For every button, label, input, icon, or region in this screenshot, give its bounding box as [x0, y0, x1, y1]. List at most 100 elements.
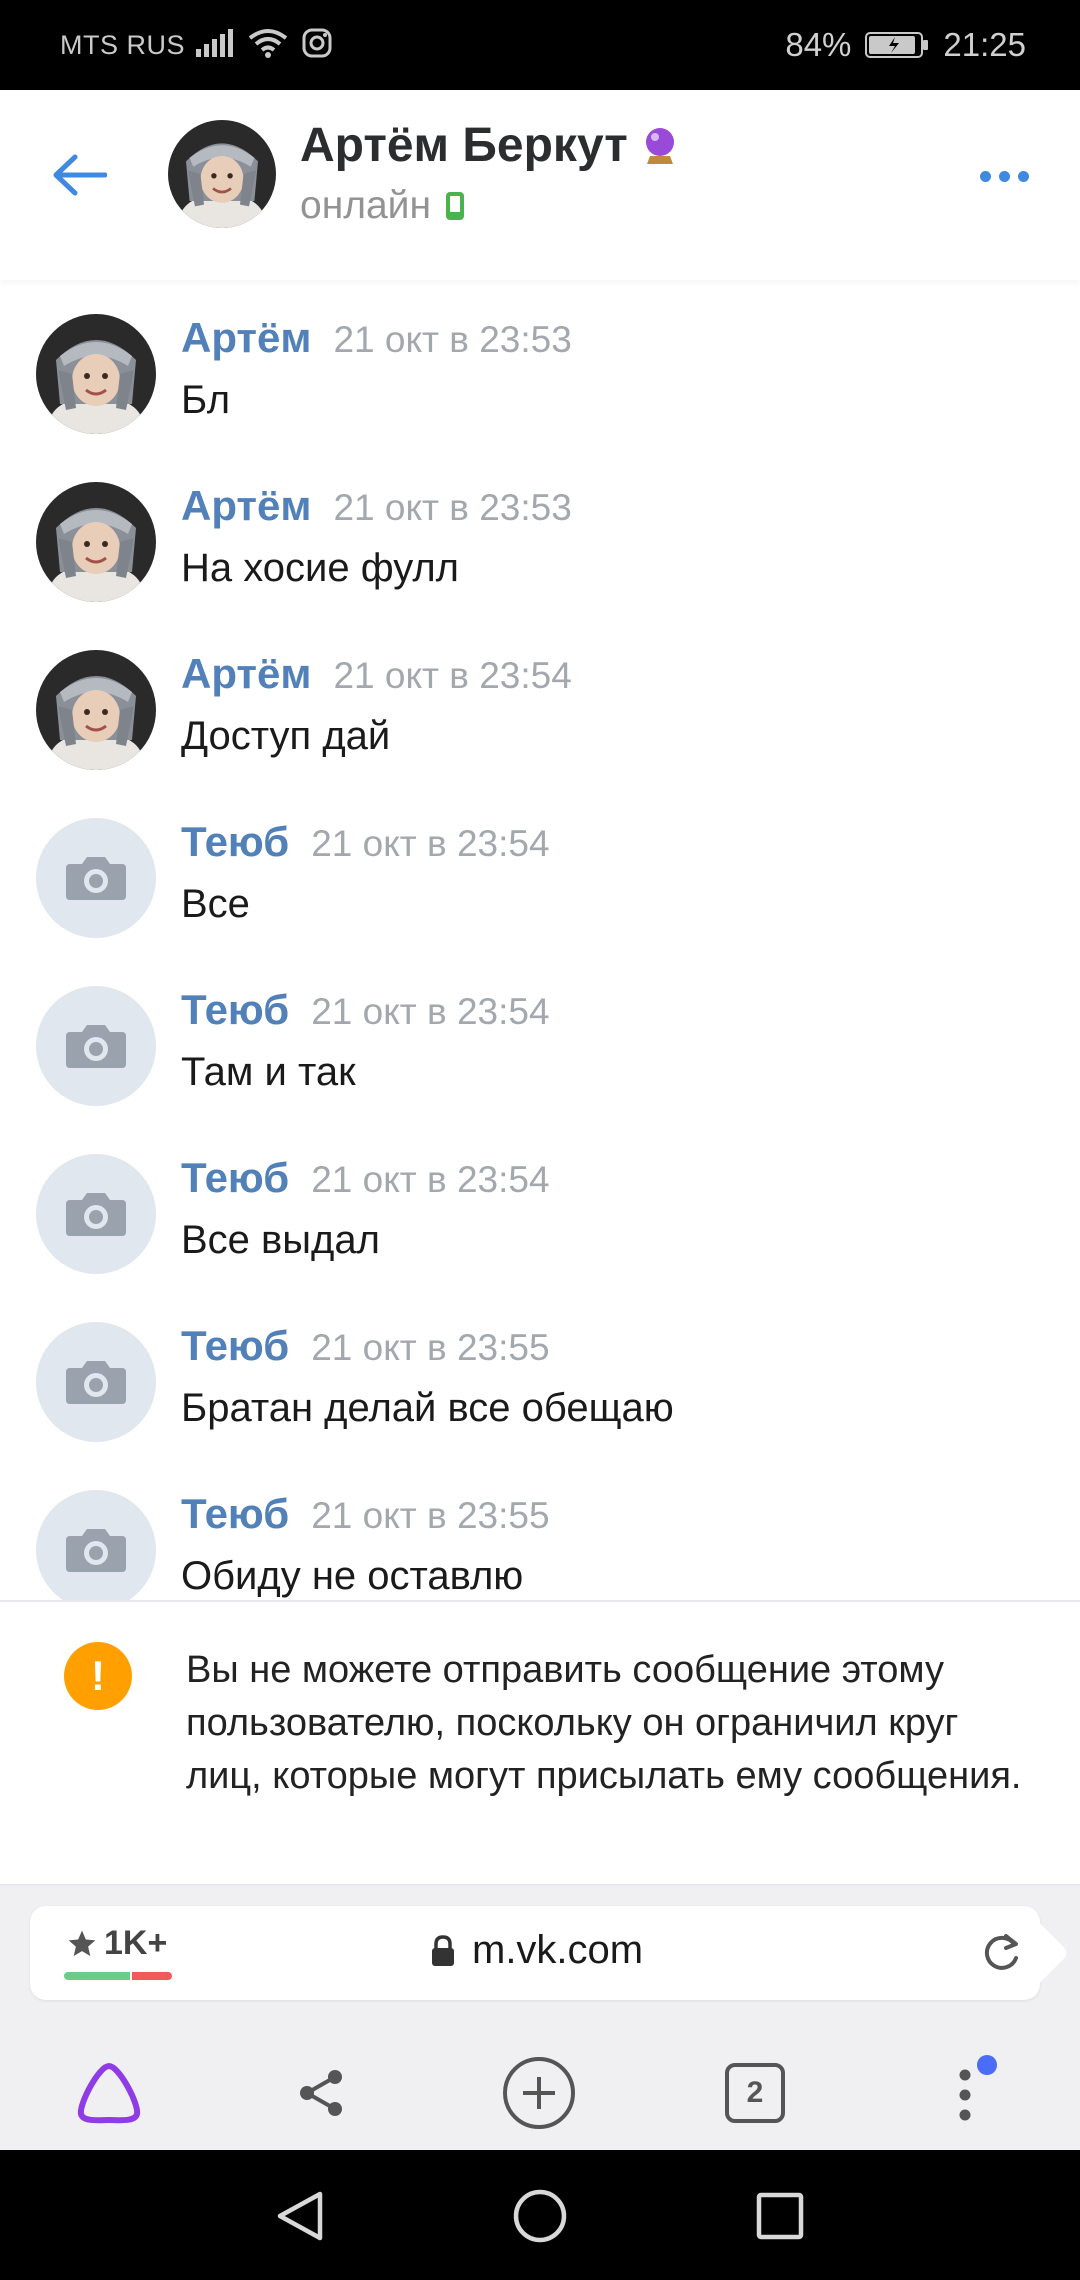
browser-menu-button[interactable]	[926, 2048, 1016, 2138]
camera-icon	[66, 1361, 126, 1404]
author-name[interactable]: Теюб	[181, 1490, 289, 1537]
message-avatar[interactable]	[36, 482, 156, 602]
author-name[interactable]: Артём	[181, 650, 311, 697]
carrier-label: MTS RUS	[60, 30, 185, 60]
message-item[interactable]: Теюб 21 окт в 23:54 Все выдал	[0, 1128, 1080, 1296]
message-author[interactable]: Теюб 21 окт в 23:54	[181, 818, 550, 866]
message-item[interactable]: Артём 21 окт в 23:53 На хосие фулл	[0, 456, 1080, 624]
message-item[interactable]: Теюб 21 окт в 23:55 Обиду не оставлю	[0, 1464, 1080, 1600]
rating-bar-positive	[64, 1972, 130, 1980]
dot-icon	[998, 170, 1010, 182]
square-recents-icon	[756, 2192, 804, 2240]
nav-recents-button[interactable]	[744, 2180, 816, 2252]
reload-button[interactable]	[978, 1930, 1024, 1976]
author-name[interactable]: Артём	[181, 482, 311, 529]
more-vertical-icon	[959, 2055, 997, 2121]
triangle-back-icon	[277, 2191, 323, 2241]
nav-home-button[interactable]	[504, 2180, 576, 2252]
message-item[interactable]: Теюб 21 окт в 23:54 Там и так	[0, 960, 1080, 1128]
message-time: 21 окт в 23:54	[311, 1159, 550, 1200]
back-button[interactable]	[44, 140, 114, 210]
camera-icon	[66, 857, 126, 900]
message-text: Все	[181, 882, 250, 926]
camera-icon	[66, 1529, 126, 1572]
message-time: 21 окт в 23:54	[311, 823, 550, 864]
author-name[interactable]: Артём	[181, 314, 311, 361]
avatar[interactable]	[168, 120, 276, 228]
message-text: На хосие фулл	[181, 546, 460, 590]
share-button[interactable]	[276, 2048, 366, 2138]
address-bar[interactable]: 1K+ m.vk.com	[30, 1906, 1040, 2000]
message-author[interactable]: Артём 21 окт в 23:53	[181, 314, 572, 362]
message-author[interactable]: Теюб 21 окт в 23:55	[181, 1322, 550, 1370]
wifi-icon	[248, 29, 288, 58]
instagram-icon	[302, 28, 332, 58]
rating-count: 1K+	[104, 1924, 168, 1962]
chat-header: Артём Беркут онлайн	[0, 90, 1080, 280]
message-list[interactable]: Артём 21 окт в 23:53 Бл Артём 21 окт в 23:…	[0, 280, 1080, 1600]
avatar-photo	[36, 650, 156, 770]
status-bar: MTS RUS 84% 21:25	[0, 0, 1080, 90]
message-text: Все выдал	[181, 1218, 380, 1262]
message-time: 21 окт в 23:53	[333, 319, 572, 360]
new-tab-button[interactable]	[494, 2048, 584, 2138]
message-time: 21 окт в 23:54	[333, 655, 572, 696]
message-avatar[interactable]	[36, 1490, 156, 1600]
alice-icon	[77, 2063, 141, 2124]
message-avatar[interactable]	[36, 314, 156, 434]
message-author[interactable]: Теюб 21 окт в 23:55	[181, 1490, 550, 1538]
avatar-photo	[36, 314, 156, 434]
message-avatar[interactable]	[36, 1154, 156, 1274]
message-item[interactable]: Артём 21 окт в 23:54 Доступ дай	[0, 624, 1080, 792]
nav-back-button[interactable]	[264, 2180, 336, 2252]
message-item[interactable]: Теюб 21 окт в 23:55 Братан делай все обещ…	[0, 1296, 1080, 1464]
author-name[interactable]: Теюб	[181, 986, 289, 1033]
share-icon	[300, 2070, 342, 2116]
clock: 21:25	[943, 26, 1026, 63]
author-name[interactable]: Теюб	[181, 1154, 289, 1201]
message-text: Бл	[181, 378, 231, 422]
url-text: m.vk.com	[472, 1928, 644, 1972]
circle-home-icon	[513, 2189, 567, 2243]
author-name[interactable]: Теюб	[181, 818, 289, 865]
alice-button[interactable]	[64, 2048, 154, 2138]
camera-icon	[66, 1025, 126, 1068]
author-name[interactable]: Теюб	[181, 1322, 289, 1369]
message-author[interactable]: Теюб 21 окт в 23:54	[181, 1154, 550, 1202]
mobile-phone-icon	[446, 192, 464, 220]
message-avatar[interactable]	[36, 1322, 156, 1442]
url-display[interactable]: m.vk.com	[430, 1928, 643, 1973]
message-text: Там и так	[181, 1050, 356, 1094]
message-author[interactable]: Артём 21 окт в 23:54	[181, 650, 572, 698]
dot-icon	[979, 170, 991, 182]
cannot-send-notice: ! Вы не можете отправить сообщение этому…	[0, 1600, 1080, 1886]
contact-name-text: Артём Беркут	[300, 119, 628, 172]
message-avatar[interactable]	[36, 986, 156, 1106]
contact-name: Артём Беркут	[300, 118, 678, 173]
star-icon	[68, 1930, 96, 1956]
message-avatar[interactable]	[36, 650, 156, 770]
lock-icon	[432, 1934, 454, 1966]
site-rating[interactable]: 1K+	[66, 1924, 167, 1963]
dot-icon	[1017, 170, 1029, 182]
message-author[interactable]: Артём 21 окт в 23:53	[181, 482, 572, 530]
notice-text: Вы не можете отправить сообщение этому п…	[186, 1649, 1022, 1797]
message-time: 21 окт в 23:54	[311, 991, 550, 1032]
tabs-count: 2	[746, 2076, 764, 2109]
more-options-button[interactable]	[964, 156, 1044, 196]
message-avatar[interactable]	[36, 818, 156, 938]
message-item[interactable]: Теюб 21 окт в 23:54 Все	[0, 792, 1080, 960]
tabs-button[interactable]: 2	[710, 2048, 800, 2138]
status-icons	[196, 28, 332, 58]
online-status: онлайн	[300, 184, 465, 228]
online-status-text: онлайн	[300, 184, 431, 227]
avatar-photo	[36, 482, 156, 602]
message-author[interactable]: Теюб 21 окт в 23:54	[181, 986, 550, 1034]
plus-circle-icon	[503, 2057, 575, 2129]
message-item[interactable]: Артём 21 окт в 23:53 Бл	[0, 288, 1080, 456]
battery-icon	[865, 32, 929, 58]
message-text: Братан делай все обещаю	[181, 1386, 674, 1430]
message-time: 21 окт в 23:55	[311, 1327, 550, 1368]
message-time: 21 окт в 23:53	[333, 487, 572, 528]
crystal-ball-icon	[645, 127, 674, 164]
